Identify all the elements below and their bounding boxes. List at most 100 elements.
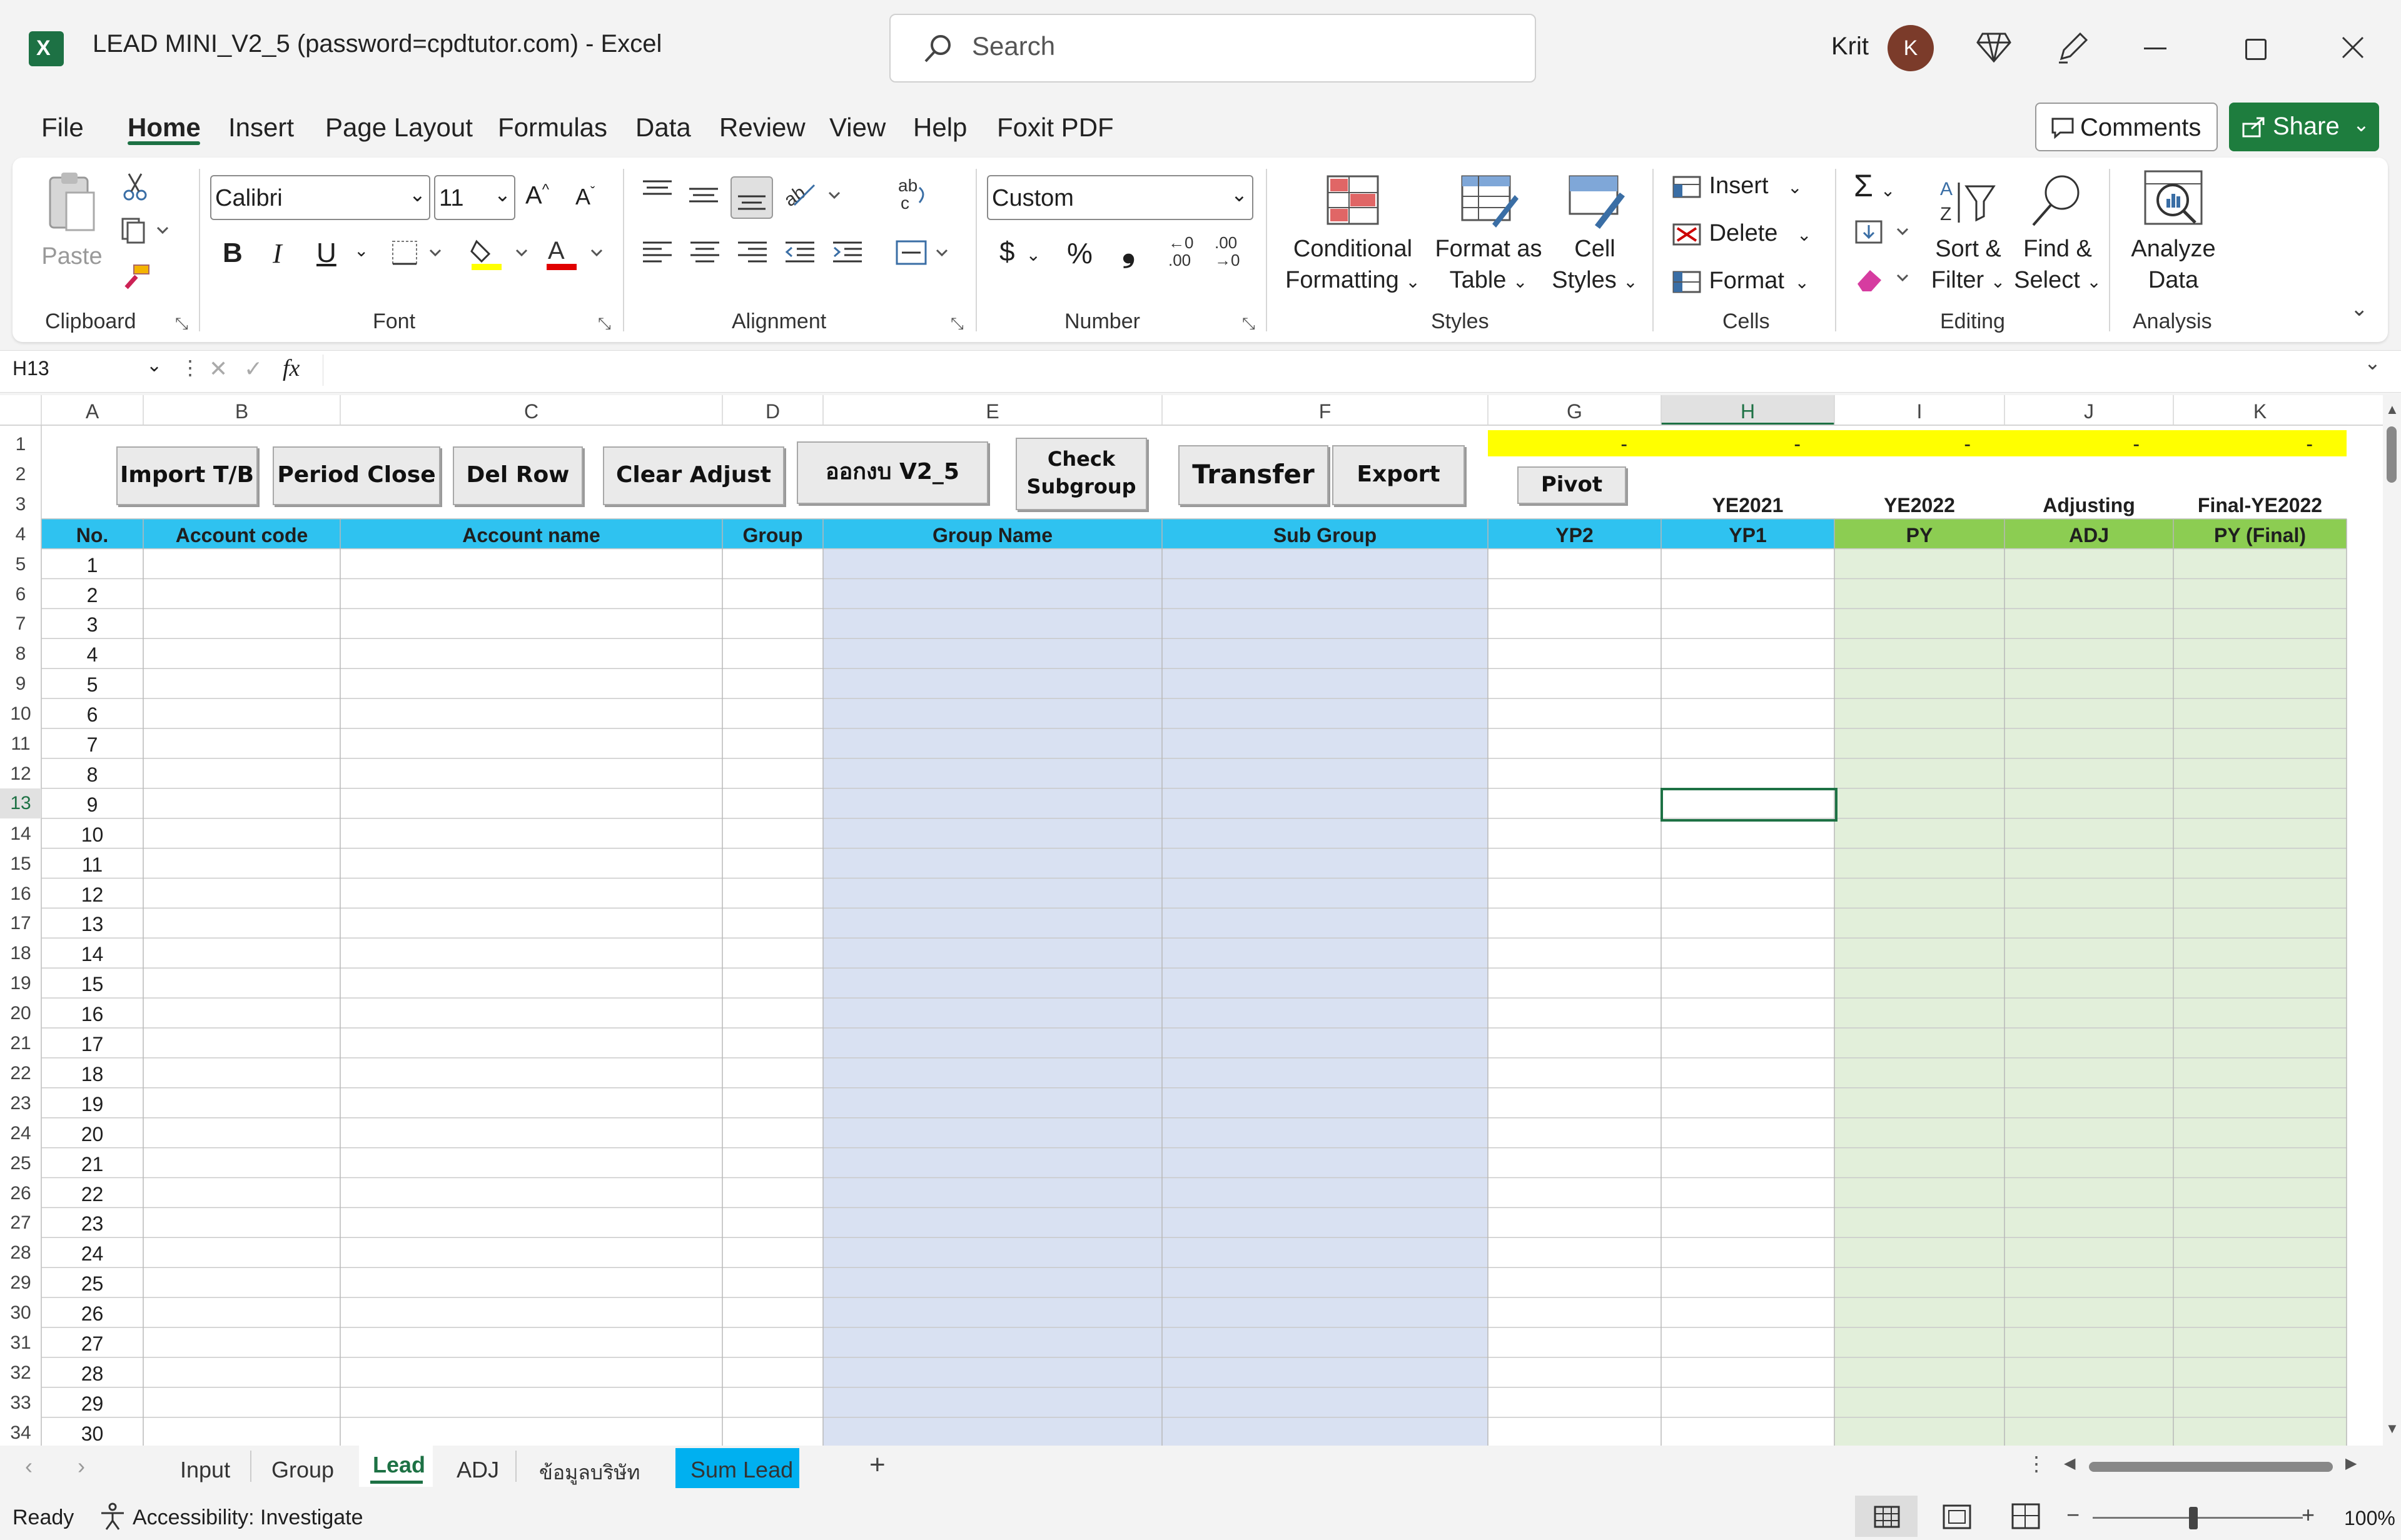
table-row-number[interactable]: 27	[41, 1332, 143, 1356]
row-header[interactable]: 22	[0, 1063, 41, 1084]
column-header-e[interactable]: E	[823, 395, 1162, 425]
underline-button[interactable]: U	[316, 238, 336, 269]
row-header[interactable]: 7	[0, 613, 41, 635]
table-header-i[interactable]: PY	[1834, 524, 2004, 547]
column-header-h[interactable]: H	[1661, 395, 1834, 425]
row1-dash-cell[interactable]: -	[1488, 433, 1627, 456]
number-format-dropdown[interactable]: Custom ⌄	[987, 175, 1253, 220]
italic-button[interactable]: I	[273, 238, 282, 269]
pivot-button[interactable]: Pivot	[1517, 466, 1626, 504]
row-header[interactable]: 23	[0, 1093, 41, 1114]
row-header[interactable]: 2	[0, 464, 41, 485]
font-size-dropdown[interactable]: 11 ⌄	[434, 175, 515, 220]
table-header-e[interactable]: Group Name	[823, 524, 1162, 547]
row3-label-k[interactable]: Final-YE2022	[2173, 494, 2347, 517]
format-cells-button[interactable]: Format ⌄	[1671, 268, 1809, 294]
table-row-number[interactable]: 15	[41, 973, 143, 996]
borders-icon[interactable]	[390, 239, 447, 266]
row-header[interactable]: 34	[0, 1422, 41, 1444]
row-header[interactable]: 32	[0, 1362, 41, 1384]
sheet-tab-input[interactable]: Input	[180, 1457, 230, 1483]
row3-label-i[interactable]: YE2022	[1834, 494, 2004, 517]
conditional-formatting-button[interactable]: Conditional Formatting ⌄	[1276, 170, 1430, 304]
enter-icon[interactable]: ✓	[244, 356, 263, 382]
row-header[interactable]: 29	[0, 1272, 41, 1294]
insert-cells-button[interactable]: Insert ⌄	[1671, 173, 1802, 199]
comments-button[interactable]: Comments	[2035, 103, 2218, 151]
more-options-icon[interactable]: ⋮	[180, 356, 200, 380]
table-row-number[interactable]: 7	[41, 733, 143, 757]
row-header[interactable]: 25	[0, 1153, 41, 1174]
add-sheet-icon[interactable]: +	[869, 1449, 886, 1481]
table-header-d[interactable]: Group	[722, 524, 823, 547]
table-row-number[interactable]: 18	[41, 1063, 143, 1086]
align-top-icon[interactable]	[640, 178, 674, 203]
zoom-in-icon[interactable]: +	[2302, 1502, 2315, 1528]
table-row-number[interactable]: 14	[41, 943, 143, 966]
table-row-number[interactable]: 13	[41, 913, 143, 936]
fill-color-icon[interactable]	[468, 235, 530, 273]
increase-indent-icon[interactable]	[831, 239, 864, 268]
row-header[interactable]: 9	[0, 673, 41, 695]
table-row-number[interactable]: 2	[41, 584, 143, 607]
table-header-a[interactable]: No.	[41, 524, 143, 547]
clipboard-launcher-icon[interactable]: ⤡	[175, 314, 188, 334]
search-box[interactable]: Search	[889, 14, 1536, 83]
table-row-number[interactable]: 17	[41, 1033, 143, 1056]
table-row-number[interactable]: 20	[41, 1123, 143, 1146]
horizontal-scroll-thumb[interactable]	[2089, 1462, 2333, 1472]
sheet-tab-company-info[interactable]: ข้อมูลบริษัท	[539, 1457, 640, 1489]
tab-foxit-pdf[interactable]: Foxit PDF	[997, 113, 1114, 143]
tab-home[interactable]: Home	[128, 113, 201, 143]
font-launcher-icon[interactable]: ⤡	[598, 314, 611, 334]
increase-decimal-button[interactable]: ←0.00	[1168, 234, 1193, 269]
avatar[interactable]: K	[1888, 25, 1934, 71]
next-sheet-icon[interactable]: ›	[78, 1453, 85, 1479]
fill-icon[interactable]	[1854, 219, 1916, 246]
vertical-scrollbar[interactable]: ▲ ▼	[2383, 395, 2401, 1446]
row-header[interactable]: 33	[0, 1392, 41, 1414]
table-header-b[interactable]: Account code	[143, 524, 340, 547]
row-header[interactable]: 28	[0, 1242, 41, 1264]
row-header[interactable]: 5	[0, 554, 41, 575]
row-header[interactable]: 20	[0, 1003, 41, 1024]
autosum-button[interactable]: Σ ⌄	[1854, 168, 1895, 204]
insert-function-button[interactable]: fx	[283, 355, 300, 382]
zoom-level[interactable]: 100%	[2344, 1507, 2395, 1530]
wrap-text-icon[interactable]: abc	[894, 175, 929, 213]
table-row-number[interactable]: 30	[41, 1422, 143, 1446]
collapse-ribbon-icon[interactable]: ⌄	[2350, 296, 2368, 321]
row-header[interactable]: 12	[0, 763, 41, 785]
row-header[interactable]: 27	[0, 1212, 41, 1234]
row-header[interactable]: 26	[0, 1183, 41, 1204]
table-row-number[interactable]: 3	[41, 613, 143, 637]
formula-input[interactable]	[323, 355, 2356, 386]
table-header-c[interactable]: Account name	[340, 524, 722, 547]
table-row-number[interactable]: 6	[41, 703, 143, 727]
row-header[interactable]: 3	[0, 494, 41, 515]
find-select-button[interactable]: Find & Select ⌄	[2014, 170, 2101, 304]
font-color-icon[interactable]: A	[543, 235, 605, 273]
check-subgroup-button[interactable]: Check Subgroup	[1016, 438, 1147, 510]
table-row-number[interactable]: 8	[41, 763, 143, 787]
align-center-icon[interactable]	[688, 239, 722, 268]
scroll-left-icon[interactable]: ◀	[2064, 1454, 2075, 1472]
row-header[interactable]: 30	[0, 1302, 41, 1324]
row-header[interactable]: 18	[0, 943, 41, 964]
table-row-number[interactable]: 10	[41, 823, 143, 847]
row-header[interactable]: 17	[0, 913, 41, 934]
row-header[interactable]: 10	[0, 703, 41, 725]
number-launcher-icon[interactable]: ⤡	[1242, 314, 1255, 334]
format-as-table-button[interactable]: Format as Table ⌄	[1432, 170, 1545, 304]
align-right-icon[interactable]	[735, 239, 769, 268]
zoom-out-icon[interactable]: −	[2066, 1502, 2080, 1528]
table-header-g[interactable]: YP2	[1488, 524, 1661, 547]
worksheet-grid[interactable]: A B C D E F G H I J K 1 2 3 4 5 1 6 2 7 3 8 4 9 5 10 6 11 7 12 8 13 9 14 1…	[0, 395, 2383, 1446]
table-row-number[interactable]: 5	[41, 673, 143, 697]
currency-button[interactable]: $ ⌄	[999, 236, 1041, 268]
table-row-number[interactable]: 24	[41, 1242, 143, 1266]
row1-dash-cell[interactable]: -	[1834, 433, 1971, 456]
scroll-right-icon[interactable]: ▶	[2345, 1454, 2357, 1472]
analyze-data-button[interactable]: Analyze Data	[2120, 168, 2227, 302]
table-header-j[interactable]: ADJ	[2004, 524, 2173, 547]
